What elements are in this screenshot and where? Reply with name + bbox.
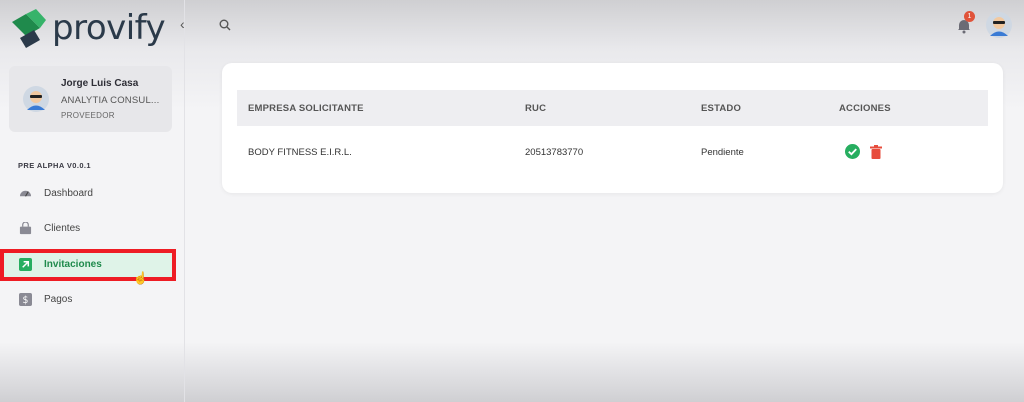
- sidebar-item-label: Dashboard: [44, 187, 93, 199]
- sidebar-item-label: Pagos: [44, 293, 73, 305]
- column-header-empresa: EMPRESA SOLICITANTE: [248, 103, 364, 114]
- sidebar-item-pagos[interactable]: $ Pagos: [4, 284, 172, 314]
- column-header-estado: ESTADO: [701, 103, 742, 114]
- user-company: ANALYTIA CONSUL...: [61, 95, 160, 106]
- notification-count-badge: 1: [964, 11, 975, 22]
- notifications-button[interactable]: 1: [957, 11, 977, 34]
- user-card[interactable]: Jorge Luis Casa ANALYTIA CONSUL... PROVE…: [9, 66, 172, 132]
- cell-estado: Pendiente: [701, 147, 744, 158]
- column-header-acciones: ACCIONES: [839, 103, 891, 114]
- accept-check-icon[interactable]: [845, 144, 860, 164]
- sidebar-item-label: Invitaciones: [44, 258, 102, 270]
- pointer-cursor-icon: ☝: [133, 271, 148, 285]
- provify-logo-icon: [10, 8, 48, 48]
- version-label: PRE ALPHA V0.0.1: [18, 161, 91, 170]
- avatar: [23, 86, 49, 112]
- dashboard-icon: [18, 186, 32, 200]
- cell-empresa: BODY FITNESS E.I.R.L.: [248, 147, 352, 158]
- bag-icon: [18, 221, 32, 235]
- table-header: EMPRESA SOLICITANTE RUC ESTADO ACCIONES: [237, 90, 988, 126]
- user-name: Jorge Luis Casa: [61, 78, 139, 89]
- sidebar-item-clientes[interactable]: Clientes: [4, 213, 172, 243]
- user-role: PROVEEDOR: [61, 111, 115, 120]
- invitations-card: EMPRESA SOLICITANTE RUC ESTADO ACCIONES …: [222, 63, 1003, 193]
- table-row: BODY FITNESS E.I.R.L. 20513783770 Pendie…: [237, 126, 988, 176]
- sidebar: provify ‹ Jorge Luis Casa ANALYTIA CONSU…: [0, 0, 185, 402]
- logo[interactable]: provify: [10, 8, 166, 48]
- search-icon[interactable]: [219, 18, 231, 36]
- chevron-left-icon[interactable]: ‹: [180, 16, 185, 32]
- sidebar-item-dashboard[interactable]: Dashboard: [4, 178, 172, 208]
- row-actions: [845, 144, 882, 164]
- cell-ruc: 20513783770: [525, 147, 584, 158]
- avatar[interactable]: [986, 12, 1012, 38]
- arrow-up-right-icon: [18, 257, 32, 271]
- column-header-ruc: RUC: [525, 103, 547, 114]
- brand-name: provify: [52, 8, 166, 48]
- dollar-icon: $: [18, 292, 32, 306]
- svg-text:$: $: [22, 295, 28, 306]
- delete-trash-icon[interactable]: [870, 144, 882, 164]
- sidebar-item-label: Clientes: [44, 222, 81, 234]
